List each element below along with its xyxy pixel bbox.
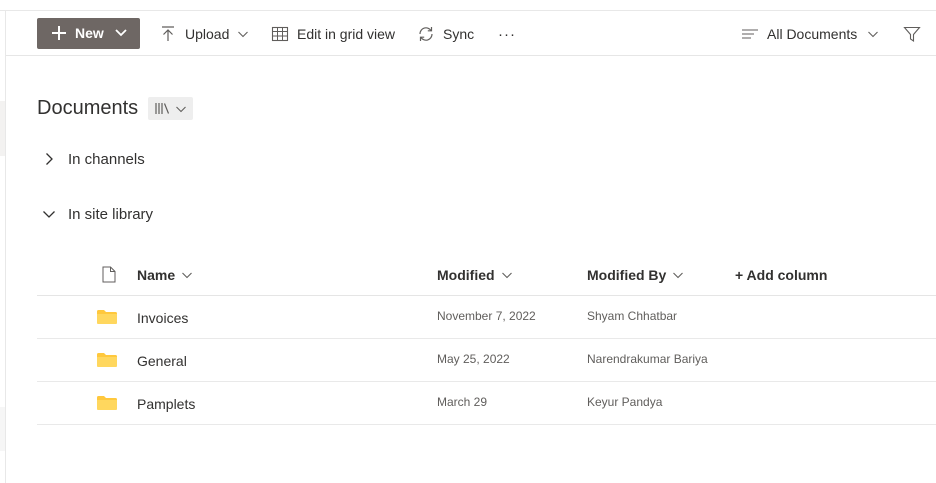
more-options-button[interactable]: ··· [498, 12, 516, 56]
chevron-down-icon [115, 29, 127, 37]
row-modified: March 29 [437, 395, 488, 409]
row-name[interactable]: Pamplets [137, 396, 195, 412]
view-selector-label: All Documents [767, 26, 858, 42]
upload-icon [162, 26, 174, 41]
command-bar: New Upload Edit in grid view Sync ··· Al… [6, 12, 936, 56]
column-name[interactable]: Name [137, 267, 193, 283]
library-view-switcher[interactable] [148, 97, 193, 120]
edit-grid-view-button[interactable]: Edit in grid view [271, 12, 395, 56]
sync-icon [419, 27, 433, 41]
folder-icon [97, 396, 117, 410]
folder-icon [97, 353, 117, 367]
new-button-label: New [75, 25, 104, 41]
chevron-down-icon [673, 272, 684, 279]
library-icon [155, 103, 170, 114]
grid-icon [271, 26, 289, 42]
column-modified-label: Modified [437, 267, 495, 283]
filter-button[interactable] [903, 12, 929, 56]
row-modified: November 7, 2022 [437, 309, 536, 323]
top-edge [0, 0, 936, 11]
page-title: Documents [37, 97, 139, 119]
add-column-label: + Add column [735, 267, 828, 283]
filter-icon [903, 26, 921, 43]
left-nav-rail [0, 11, 6, 483]
row-name[interactable]: Invoices [137, 310, 188, 326]
row-modified-by[interactable]: Shyam Chhatbar [587, 309, 677, 323]
chevron-down-icon [501, 272, 512, 279]
upload-button[interactable]: Upload [159, 12, 249, 56]
table-row[interactable]: Pamplets March 29 Keyur Pandya [37, 382, 936, 425]
new-button[interactable]: New [37, 18, 140, 49]
documents-table: Name Modified Modified By + Add column I… [37, 254, 936, 425]
table-row[interactable]: General May 25, 2022 Narendrakumar Bariy… [37, 339, 936, 382]
chevron-down-icon [238, 31, 249, 38]
column-name-label: Name [137, 267, 176, 283]
folder-icon [97, 310, 117, 324]
group-in-channels-label: In channels [68, 150, 145, 168]
file-type-column[interactable] [96, 266, 116, 283]
table-header: Name Modified Modified By + Add column [37, 254, 936, 296]
group-in-site-library[interactable]: In site library [42, 202, 153, 226]
edit-grid-view-label: Edit in grid view [297, 26, 396, 42]
more-icon: ··· [498, 25, 516, 43]
chevron-right-icon [46, 153, 53, 165]
sync-label: Sync [443, 26, 475, 42]
chevron-down-icon [43, 211, 55, 218]
row-modified-by[interactable]: Keyur Pandya [587, 395, 662, 409]
upload-label: Upload [185, 26, 230, 42]
file-icon [102, 266, 116, 283]
row-name[interactable]: General [137, 353, 187, 369]
column-modified[interactable]: Modified [437, 267, 513, 283]
chevron-down-icon [182, 272, 193, 279]
column-modified-by[interactable]: Modified By [587, 267, 684, 283]
chevron-down-icon [176, 106, 186, 113]
column-modified-by-label: Modified By [587, 267, 667, 283]
group-in-channels[interactable]: In channels [42, 147, 145, 171]
left-nav-highlight-lower [0, 407, 5, 451]
row-modified: May 25, 2022 [437, 352, 510, 366]
sync-button[interactable]: Sync [417, 12, 474, 56]
add-column-button[interactable]: + Add column [735, 267, 827, 283]
view-lines-icon [742, 29, 758, 39]
plus-icon [52, 26, 66, 40]
view-selector[interactable]: All Documents [742, 12, 879, 56]
chevron-down-icon [868, 31, 879, 38]
row-modified-by[interactable]: Narendrakumar Bariya [587, 352, 708, 366]
left-nav-highlight [0, 101, 5, 156]
table-row[interactable]: Invoices November 7, 2022 Shyam Chhatbar [37, 296, 936, 339]
group-in-site-library-label: In site library [68, 205, 154, 223]
